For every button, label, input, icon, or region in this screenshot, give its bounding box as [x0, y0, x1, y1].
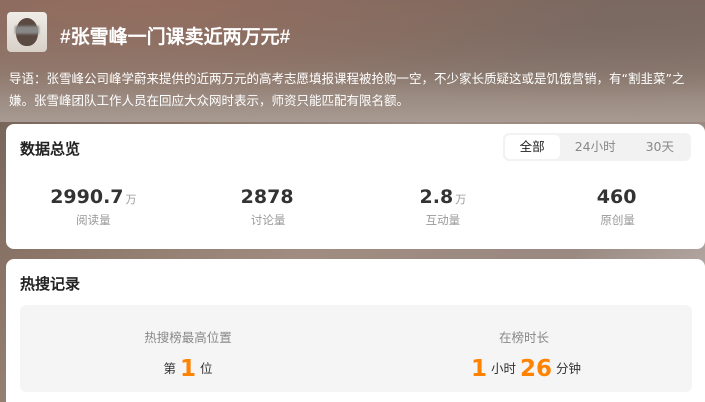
stat-value: 2878	[240, 186, 294, 208]
duration-minutes-unit: 分钟	[556, 361, 582, 376]
duration-metric: 在榜时长 1 小时 26 分钟	[356, 305, 692, 392]
stat-unit: 万	[455, 193, 467, 206]
hot-search-card: 热搜记录 热搜榜最高位置 第1位 在榜时长 1 小时 26 分钟	[6, 259, 705, 402]
topic-title: #张雪峰一门课卖近两万元#	[60, 27, 291, 48]
time-range-tabs: 全部 24小时 30天	[502, 133, 691, 161]
stat-value: 460	[596, 186, 637, 208]
max-position-suffix: 位	[200, 361, 213, 376]
stat-unit: 万	[125, 193, 137, 206]
tab-30d[interactable]: 30天	[631, 135, 689, 159]
avatar-mosaic	[15, 26, 39, 34]
duration-hours: 1	[470, 356, 487, 382]
duration-hours-unit: 小时	[490, 361, 516, 376]
hot-search-heading: 热搜记录	[20, 275, 81, 293]
max-position-metric: 热搜榜最高位置 第1位	[20, 305, 356, 392]
overview-heading: 数据总览	[20, 140, 81, 158]
stat-label: 互动量	[425, 213, 461, 227]
stat-label: 阅读量	[76, 213, 111, 227]
stat-value: 2990.7	[50, 186, 124, 208]
overview-card: 数据总览 全部 24小时 30天 2990.7 万 阅读量 2878 讨论量 2.…	[6, 124, 705, 249]
stat-value: 2.8	[419, 186, 454, 208]
stats-row: 2990.7 万 阅读量 2878 讨论量 2.8 万 互动量 460 原创量	[6, 186, 705, 228]
tab-24h[interactable]: 24小时	[560, 135, 631, 159]
stat-interactions: 2.8 万 互动量	[356, 186, 531, 228]
stat-originals: 460 原创量	[530, 186, 705, 228]
max-position-prefix: 第	[163, 361, 176, 376]
duration-minutes: 26	[520, 356, 553, 382]
avatar[interactable]	[7, 12, 47, 52]
stat-discussions: 2878 讨论量	[181, 186, 356, 228]
duration-label: 在榜时长	[498, 330, 549, 345]
stat-reads: 2990.7 万 阅读量	[6, 186, 181, 228]
stat-label: 原创量	[600, 213, 635, 227]
max-position-label: 热搜榜最高位置	[144, 330, 232, 345]
hot-search-panel: 热搜榜最高位置 第1位 在榜时长 1 小时 26 分钟	[20, 305, 692, 392]
max-position-value: 1	[179, 356, 196, 382]
topic-intro: 导语：张雪峰公司峰学蔚来提供的近两万元的高考志愿填报课程被抢购一空，不少家长质疑…	[9, 71, 685, 108]
stat-label: 讨论量	[250, 213, 286, 227]
tab-all[interactable]: 全部	[504, 135, 560, 159]
